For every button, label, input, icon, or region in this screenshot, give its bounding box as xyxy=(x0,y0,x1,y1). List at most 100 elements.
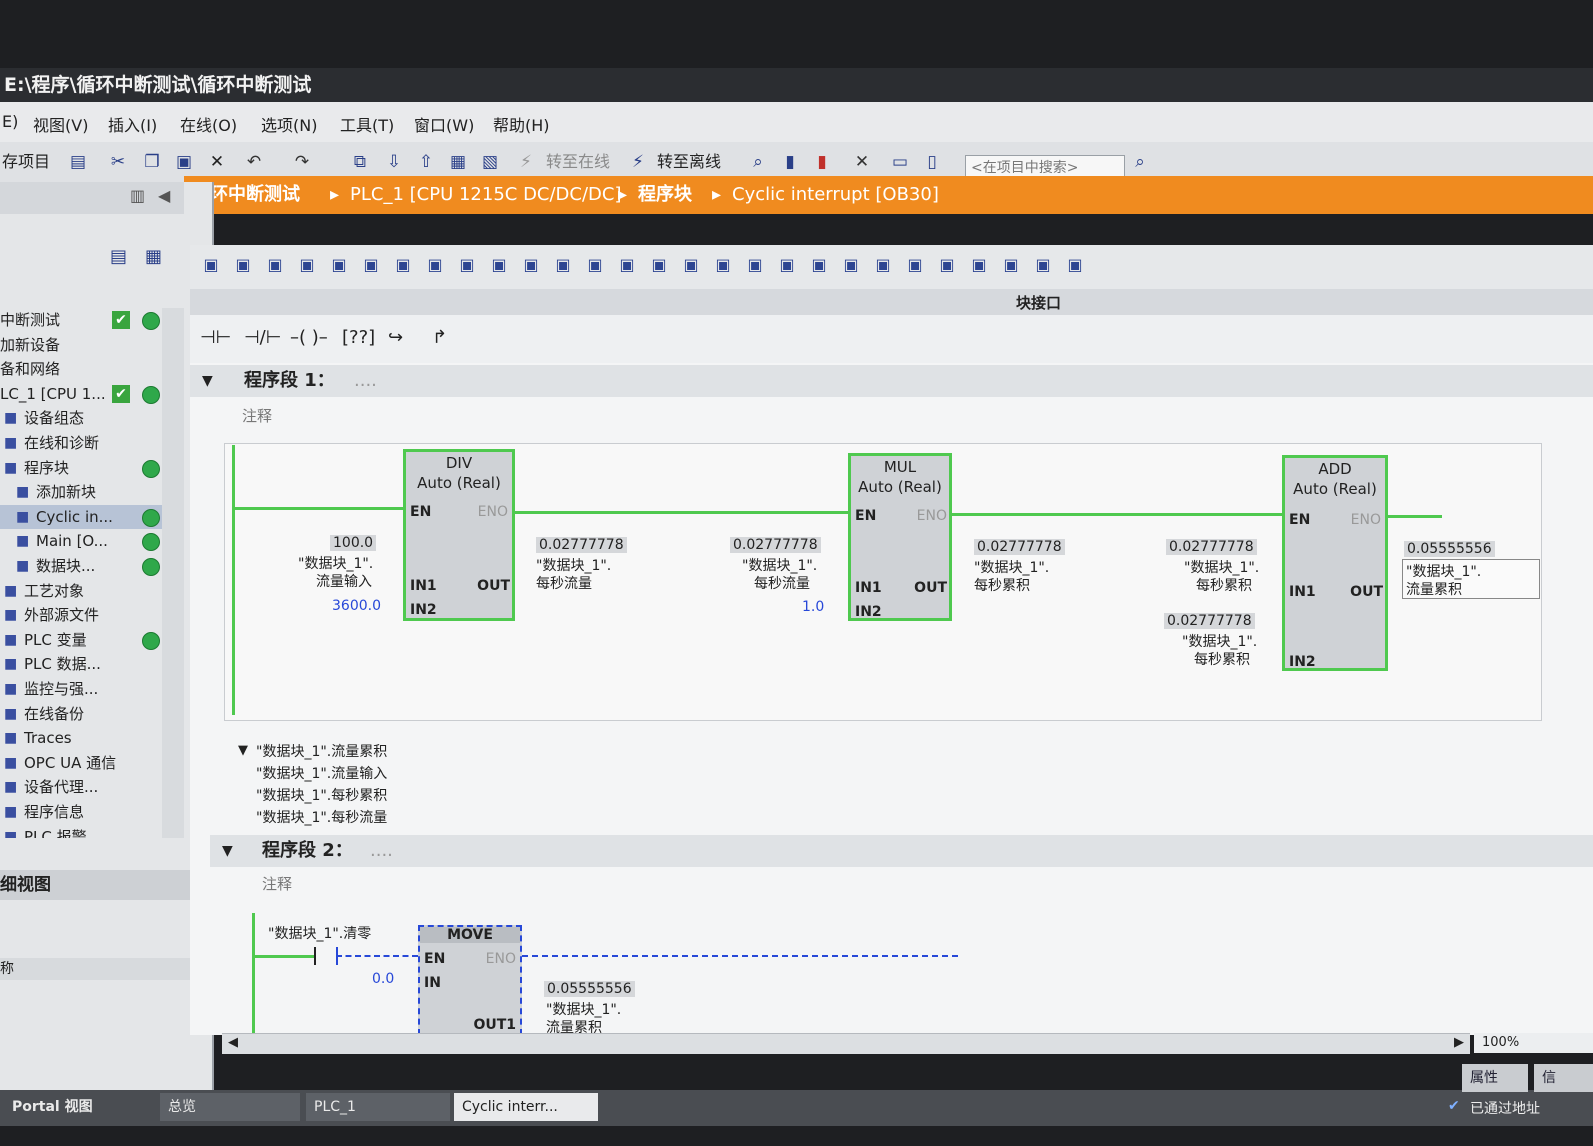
mul-block-type[interactable]: Auto (Real) xyxy=(851,478,949,496)
start-simulation-icon[interactable]: ▧ xyxy=(478,150,502,174)
tree-item[interactable]: 备和网络 xyxy=(0,357,170,381)
menu-project[interactable]: E) xyxy=(2,112,18,131)
div-in1-tag[interactable]: "数据块_1". xyxy=(298,553,373,573)
div-out-tag[interactable]: "数据块_1". xyxy=(536,555,611,575)
add-out-member[interactable]: 流量累积 xyxy=(1406,579,1462,599)
overview-icon[interactable]: ▤ xyxy=(110,246,127,267)
split-vertical-icon[interactable]: ▯ xyxy=(920,150,944,174)
breadcrumb-program-blocks[interactable]: 程序块 xyxy=(638,176,692,214)
go-offline-icon[interactable]: ⚡ xyxy=(626,150,650,174)
block-interface-bar[interactable]: 块接口 xyxy=(190,289,1593,315)
network-1-comment[interactable]: 注释 xyxy=(242,405,272,426)
taskbar-overview[interactable]: 总览 xyxy=(160,1093,300,1121)
go-online-icon[interactable]: ⚡ xyxy=(514,150,538,174)
breadcrumb-block[interactable]: Cyclic interrupt [OB30] xyxy=(732,176,939,214)
favorites-icon[interactable]: ▣ xyxy=(486,255,512,279)
menu-tools[interactable]: 工具(T) xyxy=(340,112,394,136)
monitor-icon[interactable]: ▣ xyxy=(646,255,672,279)
properties-tab[interactable]: 属性 xyxy=(1462,1064,1528,1092)
add-out-tag[interactable]: "数据块_1". xyxy=(1406,561,1481,581)
delete-network-icon[interactable]: ▣ xyxy=(230,255,256,279)
save-icon[interactable]: ▤ xyxy=(66,150,90,174)
menu-options[interactable]: 选项(N) xyxy=(261,112,317,136)
stop-cpu-icon[interactable]: ▮ xyxy=(810,150,834,174)
mul-out-member[interactable]: 每秒累积 xyxy=(974,575,1030,595)
tree-item[interactable]: ■ 添加新块 xyxy=(0,480,170,504)
copy-icon[interactable]: ❐ xyxy=(140,150,164,174)
nc-contact-icon[interactable]: ⊣/⊢ xyxy=(244,327,281,348)
menu-online[interactable]: 在线(O) xyxy=(180,112,237,136)
mul-in1-member[interactable]: 每秒流量 xyxy=(754,573,810,593)
go-to-error-icon[interactable]: ▣ xyxy=(678,255,704,279)
paste-icon[interactable]: ▣ xyxy=(172,150,196,174)
network-comments-icon[interactable]: ▣ xyxy=(422,255,448,279)
scroll-right-icon[interactable]: ▶ xyxy=(1454,1035,1464,1050)
tree-item[interactable]: ■ OPC UA 通信 xyxy=(0,751,170,775)
display-format-icon[interactable]: ▣ xyxy=(614,255,640,279)
add-block[interactable]: ADD Auto (Real) EN ENO IN1 OUT IN2 xyxy=(1282,455,1388,671)
step-back-icon[interactable]: ▣ xyxy=(966,255,992,279)
accessible-devices-icon[interactable]: ⌕ xyxy=(746,150,770,174)
breakpoint-icon[interactable]: ▣ xyxy=(870,255,896,279)
tree-item[interactable]: ■ 在线和诊断 xyxy=(0,431,170,455)
network-2-header[interactable]: ▼ 程序段 2： .... xyxy=(210,835,1593,867)
editor-hscrollbar[interactable]: ◀ ▶ xyxy=(222,1033,1470,1054)
open-branch-icon[interactable]: ↪ xyxy=(388,327,403,348)
detail-view-title[interactable]: 细视图 xyxy=(0,870,212,900)
expand-arrow-icon[interactable]: ▼ xyxy=(238,743,248,758)
add-in1-member[interactable]: 每秒累积 xyxy=(1196,575,1252,595)
delete-icon[interactable]: ✕ xyxy=(205,150,229,174)
close-branch-icon[interactable]: ↱ xyxy=(432,327,447,348)
call-structure-icon[interactable]: ▣ xyxy=(838,255,864,279)
empty-box-icon[interactable]: [??] xyxy=(342,327,375,348)
go-online-button[interactable]: 转至在线 xyxy=(546,150,610,174)
tree-item[interactable]: ■ 外部源文件 xyxy=(0,603,170,627)
tree-item[interactable]: ■ 设备代理... xyxy=(0,775,170,799)
split-editor-icon[interactable]: ⧉ xyxy=(348,150,372,174)
tree-item[interactable]: ■ 设备组态 xyxy=(0,406,170,430)
mul-in2-value[interactable]: 1.0 xyxy=(802,599,824,615)
tree-item[interactable]: ■ PLC 报警 xyxy=(0,825,170,838)
tree-item[interactable]: ■ 程序信息 xyxy=(0,800,170,824)
breadcrumb-plc[interactable]: PLC_1 [CPU 1215C DC/DC/DC] xyxy=(350,176,622,214)
simulation-icon[interactable]: ▦ xyxy=(446,150,470,174)
tree-item[interactable]: 加新设备 xyxy=(0,333,170,357)
menu-help[interactable]: 帮助(H) xyxy=(493,112,550,136)
mul-in1-tag[interactable]: "数据块_1". xyxy=(742,555,817,575)
contact-tag[interactable]: "数据块_1".清零 xyxy=(268,923,371,943)
step-over-icon[interactable]: ▣ xyxy=(934,255,960,279)
collapse-icon[interactable]: ◀ xyxy=(158,186,170,205)
move-block[interactable]: MOVE EN ENO IN OUT1 xyxy=(418,925,522,1035)
scroll-left-icon[interactable]: ◀ xyxy=(228,1035,238,1050)
download-icon[interactable]: ⇩ xyxy=(382,150,406,174)
add-row-icon[interactable]: ▣ xyxy=(294,255,320,279)
split-horizontal-icon[interactable]: ▭ xyxy=(888,150,912,174)
network-1-header[interactable]: ▼ 程序段 1： .... xyxy=(190,365,1593,397)
menu-insert[interactable]: 插入(I) xyxy=(108,112,157,136)
tree-item[interactable]: ■ 在线备份 xyxy=(0,702,170,726)
taskbar-cyclic-interrupt[interactable]: Cyclic interr... xyxy=(454,1093,598,1121)
next-error-icon[interactable]: ▣ xyxy=(710,255,736,279)
monitoring-toggle-icon[interactable]: ▣ xyxy=(1030,255,1056,279)
toggle-absolute-icon[interactable]: ▣ xyxy=(454,255,480,279)
no-contact[interactable] xyxy=(314,947,338,965)
div-in2-value[interactable]: 3600.0 xyxy=(332,598,381,614)
collapse-arrow-icon[interactable]: ▼ xyxy=(202,365,213,397)
toggle-comment-icon[interactable]: ▣ xyxy=(582,255,608,279)
clear-icon[interactable]: ▣ xyxy=(326,255,352,279)
start-cpu-icon[interactable]: ▮ xyxy=(778,150,802,174)
tree-item[interactable]: ■ 工艺对象 xyxy=(0,579,170,603)
tree-item[interactable]: ■ 监控与强... xyxy=(0,677,170,701)
table-view-icon[interactable]: ▦ xyxy=(145,246,162,267)
search-block-icon[interactable]: ▣ xyxy=(998,255,1024,279)
favorites-on-icon[interactable]: ▣ xyxy=(518,255,544,279)
insert-network-icon[interactable]: ▣ xyxy=(198,255,224,279)
watch-icon[interactable]: ▣ xyxy=(1062,255,1088,279)
div-in1-member[interactable]: 流量输入 xyxy=(316,571,372,591)
tree-item[interactable]: ■ PLC 数据... xyxy=(0,652,170,676)
move-in-value[interactable]: 0.0 xyxy=(372,971,394,987)
search-icon[interactable]: ⌕ xyxy=(1128,150,1152,174)
add-in1-tag[interactable]: "数据块_1". xyxy=(1184,557,1259,577)
menu-window[interactable]: 窗口(W) xyxy=(414,112,474,136)
undo-icon[interactable]: ↶ xyxy=(242,150,266,174)
